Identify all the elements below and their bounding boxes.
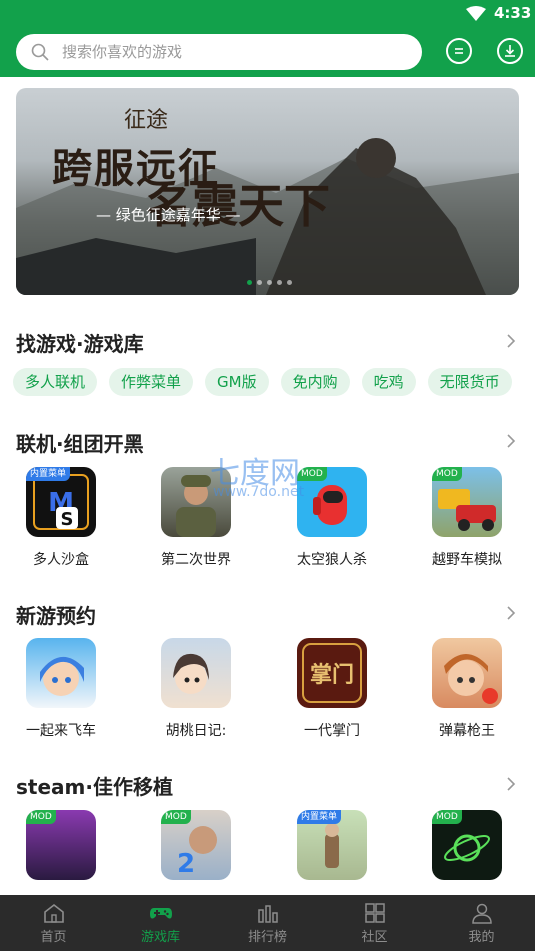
svg-text:掌门: 掌门	[310, 662, 354, 688]
app-name: 第二次世界	[161, 552, 231, 568]
tab-label: 首页	[40, 930, 67, 945]
tab-label: 我的	[468, 930, 495, 945]
app-badge: 内置菜单	[26, 467, 71, 481]
download-icon	[505, 45, 515, 57]
app-item[interactable]: MOD 越野车模拟	[407, 467, 527, 569]
app-item[interactable]: MS 内置菜单 多人沙盒	[1, 467, 121, 569]
app-badge: MOD	[432, 467, 462, 481]
tag-chip[interactable]: 免内购	[280, 368, 350, 396]
profile-icon	[471, 903, 492, 924]
tag-chip[interactable]: 吃鸡	[361, 368, 416, 396]
app-name: 一代掌门	[304, 723, 360, 739]
svg-text:S: S	[61, 509, 74, 530]
app-name: 太空狼人杀	[297, 552, 367, 568]
app-icon: MS 内置菜单	[26, 467, 96, 537]
pagination-dot[interactable]	[247, 280, 252, 285]
section-title-library: 找游戏·游戏库	[16, 332, 144, 356]
bottom-tab-bar: 首页 游戏库 排行榜 社区 我的	[0, 895, 535, 951]
chevron-right-icon[interactable]	[505, 605, 517, 621]
tab-profile[interactable]: 我的	[428, 895, 535, 951]
tag-list: 多人联机 作弊菜单 GM版 免内购 吃鸡 无限货币	[13, 368, 512, 396]
pagination-dot[interactable]	[277, 280, 282, 285]
ranking-icon	[257, 905, 278, 923]
app-icon: MOD	[297, 467, 367, 537]
tab-game-library[interactable]: 游戏库	[107, 895, 214, 951]
app-badge: MOD	[432, 810, 462, 824]
top-header: 4:33 搜索你喜欢的游戏	[0, 0, 535, 77]
gamepad-icon	[149, 908, 172, 919]
tag-chip[interactable]: 作弊菜单	[109, 368, 194, 396]
app-badge: MOD	[297, 467, 327, 481]
pagination-dot[interactable]	[267, 280, 272, 285]
watermark-url: www.7do.net	[213, 484, 305, 500]
search-icon	[31, 43, 49, 61]
pagination-dot[interactable]	[257, 280, 262, 285]
app-screen: 4:33 搜索你喜欢的游戏 征途 跨服远征 名震天下 — 绿色征途嘉年华 — 找…	[0, 0, 535, 951]
message-button[interactable]	[446, 38, 472, 64]
app-icon: MOD	[432, 467, 502, 537]
app-badge: MOD	[26, 810, 56, 824]
community-icon	[364, 903, 385, 923]
promo-banner[interactable]: 征途 跨服远征 名震天下 — 绿色征途嘉年华 —	[16, 88, 519, 295]
app-item[interactable]: MOD	[1, 810, 121, 880]
app-name: 越野车模拟	[432, 552, 502, 568]
tag-chip[interactable]: 多人联机	[13, 368, 98, 396]
app-icon: MOD	[26, 810, 96, 880]
tab-home[interactable]: 首页	[0, 895, 107, 951]
search-bar[interactable]: 搜索你喜欢的游戏	[16, 34, 422, 70]
tab-label: 社区	[361, 930, 388, 945]
tab-label: 游戏库	[140, 930, 180, 945]
banner-headline-2: 名震天下	[146, 179, 330, 233]
app-name: 弹幕枪王	[439, 723, 495, 739]
app-item[interactable]: 胡桃日记:	[136, 638, 256, 740]
home-icon	[43, 903, 64, 923]
app-item[interactable]: 弹幕枪王	[407, 638, 527, 740]
app-icon: 2 MOD	[161, 810, 231, 880]
app-badge: 内置菜单	[297, 810, 342, 824]
app-item[interactable]: 一起来飞车	[1, 638, 121, 740]
chevron-right-icon[interactable]	[505, 333, 517, 349]
svg-text:2: 2	[177, 849, 195, 879]
app-name: 一起来飞车	[26, 723, 96, 739]
pagination-dot[interactable]	[287, 280, 292, 285]
app-item[interactable]: 2 MOD	[136, 810, 256, 880]
status-time: 4:33	[494, 4, 532, 22]
download-button[interactable]	[497, 38, 523, 64]
section-title-steam: steam·佳作移植	[16, 775, 173, 799]
app-item[interactable]: 掌门 一代掌门	[272, 638, 392, 740]
chevron-right-icon[interactable]	[505, 433, 517, 449]
app-icon	[432, 638, 502, 708]
chevron-right-icon[interactable]	[505, 776, 517, 792]
section-title-new-games: 新游预约	[16, 604, 96, 628]
section-title-multiplayer: 联机·组团开黑	[16, 432, 144, 456]
app-icon	[161, 638, 231, 708]
tag-chip[interactable]: GM版	[205, 368, 269, 396]
search-placeholder: 搜索你喜欢的游戏	[62, 43, 183, 61]
app-item[interactable]: 内置菜单	[272, 810, 392, 880]
app-name: 多人沙盒	[33, 552, 89, 568]
app-icon: 内置菜单	[297, 810, 367, 880]
banner-logo: 征途	[124, 108, 169, 133]
tab-label: 排行榜	[247, 930, 287, 945]
app-name: 胡桃日记:	[165, 723, 227, 739]
app-item[interactable]: MOD	[407, 810, 527, 880]
app-badge: MOD	[161, 810, 191, 824]
wifi-icon	[466, 6, 486, 21]
app-icon	[26, 638, 96, 708]
app-icon: 掌门	[297, 638, 367, 708]
tab-ranking[interactable]: 排行榜	[214, 895, 321, 951]
message-icon	[455, 48, 463, 54]
status-bar: 4:33	[0, 0, 535, 28]
tag-chip[interactable]: 无限货币	[427, 368, 512, 396]
app-row-new-games: 一起来飞车 胡桃日记: 掌门 一代掌门 弹幕枪王	[0, 638, 535, 748]
tab-community[interactable]: 社区	[321, 895, 428, 951]
banner-subtitle: — 绿色征途嘉年华 —	[96, 206, 241, 224]
banner-pagination	[247, 280, 292, 285]
app-icon: MOD	[432, 810, 502, 880]
